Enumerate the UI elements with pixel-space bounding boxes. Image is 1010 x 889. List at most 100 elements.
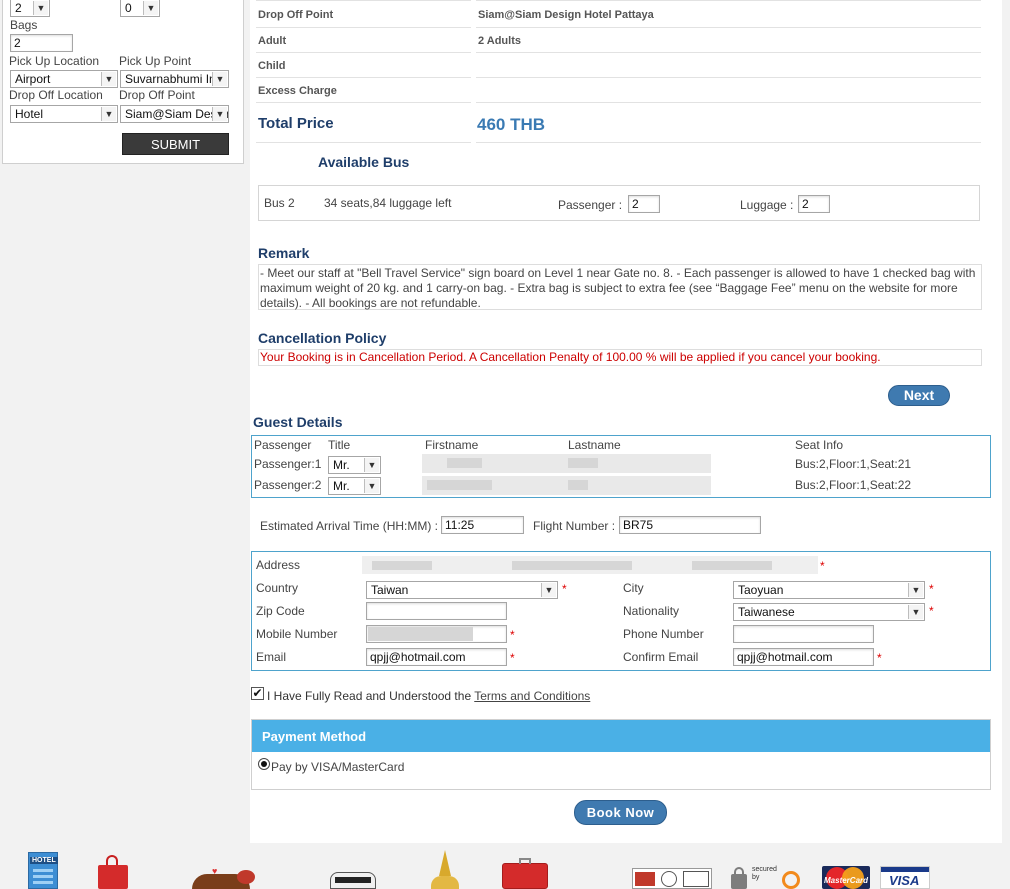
lock-shackle bbox=[734, 867, 744, 876]
summary-divider bbox=[476, 0, 981, 1]
phone-number-label: Phone Number bbox=[623, 627, 704, 641]
chevron-down-icon: ▼ bbox=[364, 458, 379, 472]
required-mark: * bbox=[929, 582, 934, 596]
badge-seal bbox=[661, 871, 677, 887]
col-seat-info: Seat Info bbox=[795, 438, 844, 452]
mastercard-text: MasterCard bbox=[824, 876, 869, 885]
child-select[interactable]: 0 ▼ bbox=[120, 0, 160, 17]
confirm-email-input[interactable]: qpjj@hotmail.com bbox=[733, 648, 874, 666]
col-firstname: Firstname bbox=[425, 438, 479, 452]
passenger-label: Passenger:2 bbox=[254, 478, 322, 492]
summary-divider bbox=[476, 142, 981, 143]
submit-button[interactable]: SUBMIT bbox=[122, 133, 229, 155]
title-select[interactable]: Mr. ▼ bbox=[328, 477, 381, 495]
terms-link[interactable]: Terms and Conditions bbox=[474, 689, 590, 703]
summary-divider bbox=[476, 77, 981, 78]
dropoff-summary-value: Siam@Siam Design Hotel Pattaya bbox=[478, 9, 654, 21]
col-lastname: Lastname bbox=[568, 438, 621, 452]
search-panel: 2 ▼ 0 ▼ Bags 2 Pick Up Location Pick Up Po… bbox=[2, 0, 244, 164]
summary-divider bbox=[256, 77, 471, 78]
dropoff-point-select[interactable]: Siam@Siam Design ▼ bbox=[120, 105, 229, 123]
redaction bbox=[427, 480, 492, 490]
email-label: Email bbox=[256, 650, 287, 664]
spa-icon: ♥ bbox=[182, 866, 272, 889]
pickup-point-select[interactable]: Suvarnabhumi Int ▼ bbox=[120, 70, 229, 88]
title-select[interactable]: Mr. ▼ bbox=[328, 456, 381, 474]
cancellation-heading: Cancellation Policy bbox=[258, 330, 387, 346]
visa-top-bar bbox=[881, 867, 929, 872]
eta-input[interactable]: 11:25 bbox=[441, 516, 524, 534]
dropoff-location-select[interactable]: Hotel ▼ bbox=[10, 105, 118, 123]
phone-number-input[interactable] bbox=[733, 625, 874, 643]
luggage-handle bbox=[519, 858, 531, 864]
cancellation-text: Your Booking is in Cancellation Period. … bbox=[258, 349, 982, 366]
bags-input[interactable]: 2 bbox=[10, 34, 73, 52]
remark-heading: Remark bbox=[258, 245, 310, 261]
email-input[interactable]: qpjj@hotmail.com bbox=[366, 648, 507, 666]
payment-radio[interactable] bbox=[258, 758, 270, 770]
available-bus-heading: Available Bus bbox=[318, 154, 410, 170]
required-mark: * bbox=[562, 582, 567, 596]
pickup-point-label: Pick Up Point bbox=[119, 54, 192, 68]
adult-summary-label: Adult bbox=[258, 35, 287, 47]
redaction bbox=[512, 561, 632, 570]
terms-text: I Have Fully Read and Understood the Ter… bbox=[267, 689, 590, 703]
bus-luggage-input[interactable]: 2 bbox=[798, 195, 830, 213]
mastercard-icon: MasterCard bbox=[822, 866, 870, 889]
next-button[interactable]: Next bbox=[888, 385, 950, 406]
flight-number-input[interactable]: BR75 bbox=[619, 516, 761, 534]
book-now-button[interactable]: Book Now bbox=[574, 800, 667, 825]
summary-divider bbox=[256, 0, 471, 1]
passenger-label: Passenger:1 bbox=[254, 457, 322, 471]
bus-passenger-input[interactable]: 2 bbox=[628, 195, 660, 213]
radio-dot bbox=[261, 761, 267, 767]
chevron-down-icon: ▼ bbox=[212, 72, 227, 86]
hotel-windows bbox=[33, 869, 53, 887]
adult-select[interactable]: 2 ▼ bbox=[10, 0, 50, 17]
nationality-select[interactable]: Taiwanese ▼ bbox=[733, 603, 925, 621]
required-mark: * bbox=[877, 651, 882, 665]
chevron-down-icon: ▼ bbox=[908, 583, 923, 597]
bus-availability: 34 seats,84 luggage left bbox=[324, 196, 452, 210]
chevron-down-icon: ▼ bbox=[33, 1, 48, 15]
city-select[interactable]: Taoyuan ▼ bbox=[733, 581, 925, 599]
payment-method-heading: Payment Method bbox=[262, 729, 367, 744]
lock-body bbox=[731, 874, 747, 889]
pickup-location-label: Pick Up Location bbox=[9, 54, 100, 68]
temple-spire bbox=[439, 850, 451, 876]
terms-checkbox[interactable]: ✔ bbox=[251, 687, 264, 700]
required-mark: * bbox=[510, 651, 515, 665]
country-select[interactable]: Taiwan ▼ bbox=[366, 581, 558, 599]
shopping-bag-icon bbox=[98, 855, 128, 889]
secure-logo bbox=[782, 871, 800, 889]
summary-divider bbox=[256, 102, 471, 103]
zip-code-input[interactable] bbox=[366, 602, 507, 620]
dropoff-point-label: Drop Off Point bbox=[119, 88, 195, 102]
excess-summary-label: Excess Charge bbox=[258, 85, 337, 97]
terms-prefix: I Have Fully Read and Understood the bbox=[267, 689, 472, 703]
visa-icon: VISA bbox=[880, 866, 930, 889]
summary-divider bbox=[476, 27, 981, 28]
mobile-number-label: Mobile Number bbox=[256, 627, 338, 641]
bus-icon bbox=[330, 872, 376, 889]
redaction bbox=[372, 561, 432, 570]
temple-base bbox=[431, 876, 459, 889]
hotel-icon: HOTEL bbox=[28, 852, 58, 889]
redaction bbox=[692, 561, 772, 570]
guest-details-heading: Guest Details bbox=[253, 414, 343, 430]
chevron-down-icon: ▼ bbox=[101, 107, 116, 121]
col-passenger: Passenger bbox=[254, 438, 312, 452]
zip-code-label: Zip Code bbox=[256, 604, 305, 618]
pickup-location-select[interactable]: Airport ▼ bbox=[10, 70, 118, 88]
child-summary-label: Child bbox=[258, 60, 286, 72]
required-mark: * bbox=[820, 559, 825, 573]
chevron-down-icon: ▼ bbox=[908, 605, 923, 619]
temple-icon bbox=[425, 850, 465, 889]
remark-text: - Meet our staff at "Bell Travel Service… bbox=[258, 264, 982, 310]
secure-lock-icon: secured by bbox=[728, 866, 804, 889]
spa-flower bbox=[237, 870, 255, 884]
firstname-input[interactable] bbox=[422, 454, 567, 473]
adult-summary-value: 2 Adults bbox=[478, 35, 521, 47]
visa-text: VISA bbox=[889, 873, 920, 888]
bus-row: Bus 2 34 seats,84 luggage left Passenger… bbox=[258, 185, 980, 221]
